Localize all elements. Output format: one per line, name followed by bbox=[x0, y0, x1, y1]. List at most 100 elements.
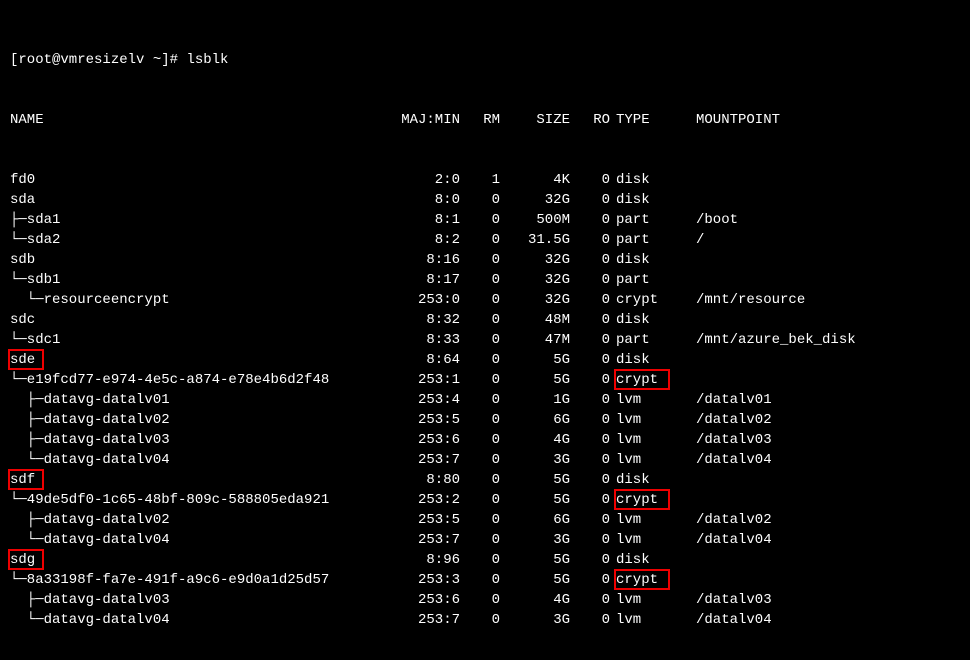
device-mountpoint: /datalv03 bbox=[686, 590, 960, 610]
header-size: SIZE bbox=[500, 110, 570, 130]
device-type: part bbox=[610, 330, 686, 350]
device-type: lvm bbox=[610, 430, 686, 450]
device-ro: 0 bbox=[570, 190, 610, 210]
device-majmin: 253:7 bbox=[390, 530, 460, 550]
device-mountpoint: / bbox=[686, 230, 960, 250]
device-size: 32G bbox=[500, 250, 570, 270]
device-row: └─datavg-datalv04253:703G0lvm/datalv04 bbox=[10, 530, 960, 550]
device-ro: 0 bbox=[570, 410, 610, 430]
device-row: └─49de5df0-1c65-48bf-809c-588805eda92125… bbox=[10, 490, 960, 510]
device-row: sdg8:9605G0disk bbox=[10, 550, 960, 570]
device-rm: 0 bbox=[460, 410, 500, 430]
device-majmin: 253:4 bbox=[390, 390, 460, 410]
device-name: ├─datavg-datalv02 bbox=[10, 510, 390, 530]
header-mountpoint: MOUNTPOINT bbox=[686, 110, 960, 130]
device-name: └─49de5df0-1c65-48bf-809c-588805eda921 bbox=[10, 490, 390, 510]
device-row: └─sdc18:33047M0part/mnt/azure_bek_disk bbox=[10, 330, 960, 350]
device-name: └─8a33198f-fa7e-491f-a9c6-e9d0a1d25d57 bbox=[10, 570, 390, 590]
device-name: ├─datavg-datalv03 bbox=[10, 430, 390, 450]
device-type: crypt bbox=[610, 490, 686, 510]
device-mountpoint bbox=[686, 370, 960, 390]
device-majmin: 253:6 bbox=[390, 590, 460, 610]
header-ro: RO bbox=[570, 110, 610, 130]
device-rm: 1 bbox=[460, 170, 500, 190]
device-majmin: 253:3 bbox=[390, 570, 460, 590]
device-majmin: 253:2 bbox=[390, 490, 460, 510]
device-ro: 0 bbox=[570, 530, 610, 550]
device-mountpoint bbox=[686, 490, 960, 510]
device-mountpoint: /datalv04 bbox=[686, 530, 960, 550]
device-mountpoint bbox=[686, 250, 960, 270]
device-row: ├─datavg-datalv02253:506G0lvm/datalv02 bbox=[10, 410, 960, 430]
device-name: └─datavg-datalv04 bbox=[10, 450, 390, 470]
device-mountpoint bbox=[686, 310, 960, 330]
device-mountpoint: /datalv02 bbox=[686, 510, 960, 530]
device-row: └─sdb18:17032G0part bbox=[10, 270, 960, 290]
device-mountpoint: /datalv04 bbox=[686, 450, 960, 470]
device-name: └─e19fcd77-e974-4e5c-a874-e78e4b6d2f48 bbox=[10, 370, 390, 390]
device-rm: 0 bbox=[460, 430, 500, 450]
device-row: ├─datavg-datalv02253:506G0lvm/datalv02 bbox=[10, 510, 960, 530]
device-size: 3G bbox=[500, 450, 570, 470]
header-name: NAME bbox=[10, 110, 390, 130]
device-mountpoint bbox=[686, 170, 960, 190]
device-name: fd0 bbox=[10, 170, 390, 190]
device-ro: 0 bbox=[570, 570, 610, 590]
device-row: └─resourceencrypt253:0032G0crypt/mnt/res… bbox=[10, 290, 960, 310]
device-name: └─sdc1 bbox=[10, 330, 390, 350]
device-mountpoint bbox=[686, 190, 960, 210]
device-majmin: 253:5 bbox=[390, 410, 460, 430]
device-type: lvm bbox=[610, 610, 686, 630]
device-type: lvm bbox=[610, 410, 686, 430]
device-type: part bbox=[610, 270, 686, 290]
device-row: ├─datavg-datalv03253:604G0lvm/datalv03 bbox=[10, 430, 960, 450]
device-row: sda8:0032G0disk bbox=[10, 190, 960, 210]
device-name: sde bbox=[10, 350, 390, 370]
device-mountpoint bbox=[686, 270, 960, 290]
device-rm: 0 bbox=[460, 470, 500, 490]
device-row: └─8a33198f-fa7e-491f-a9c6-e9d0a1d25d5725… bbox=[10, 570, 960, 590]
device-ro: 0 bbox=[570, 590, 610, 610]
device-ro: 0 bbox=[570, 350, 610, 370]
device-row: sde8:6405G0disk bbox=[10, 350, 960, 370]
device-size: 500M bbox=[500, 210, 570, 230]
device-name: sdb bbox=[10, 250, 390, 270]
device-majmin: 8:32 bbox=[390, 310, 460, 330]
device-size: 32G bbox=[500, 190, 570, 210]
device-size: 5G bbox=[500, 370, 570, 390]
device-rm: 0 bbox=[460, 610, 500, 630]
device-type: disk bbox=[610, 190, 686, 210]
device-name: sda bbox=[10, 190, 390, 210]
device-mountpoint bbox=[686, 470, 960, 490]
device-type: disk bbox=[610, 470, 686, 490]
device-size: 6G bbox=[500, 410, 570, 430]
device-size: 4G bbox=[500, 590, 570, 610]
device-rm: 0 bbox=[460, 510, 500, 530]
device-majmin: 2:0 bbox=[390, 170, 460, 190]
device-size: 3G bbox=[500, 530, 570, 550]
device-ro: 0 bbox=[570, 290, 610, 310]
device-type: lvm bbox=[610, 510, 686, 530]
device-size: 48M bbox=[500, 310, 570, 330]
device-mountpoint bbox=[686, 350, 960, 370]
device-rm: 0 bbox=[460, 390, 500, 410]
device-name: sdf bbox=[10, 470, 390, 490]
device-majmin: 253:7 bbox=[390, 450, 460, 470]
device-mountpoint: /mnt/resource bbox=[686, 290, 960, 310]
device-type: lvm bbox=[610, 590, 686, 610]
device-row: └─sda28:2031.5G0part/ bbox=[10, 230, 960, 250]
device-type: disk bbox=[610, 550, 686, 570]
device-type: crypt bbox=[610, 290, 686, 310]
device-name: ├─datavg-datalv03 bbox=[10, 590, 390, 610]
device-type: disk bbox=[610, 310, 686, 330]
device-ro: 0 bbox=[570, 250, 610, 270]
shell-prompt: [root@vmresizelv ~]# bbox=[10, 50, 186, 70]
device-majmin: 8:33 bbox=[390, 330, 460, 350]
command-text: lsblk bbox=[186, 50, 228, 70]
device-row: ├─datavg-datalv03253:604G0lvm/datalv03 bbox=[10, 590, 960, 610]
device-size: 47M bbox=[500, 330, 570, 350]
device-size: 3G bbox=[500, 610, 570, 630]
device-rm: 0 bbox=[460, 310, 500, 330]
device-rm: 0 bbox=[460, 490, 500, 510]
device-row: └─datavg-datalv04253:703G0lvm/datalv04 bbox=[10, 610, 960, 630]
